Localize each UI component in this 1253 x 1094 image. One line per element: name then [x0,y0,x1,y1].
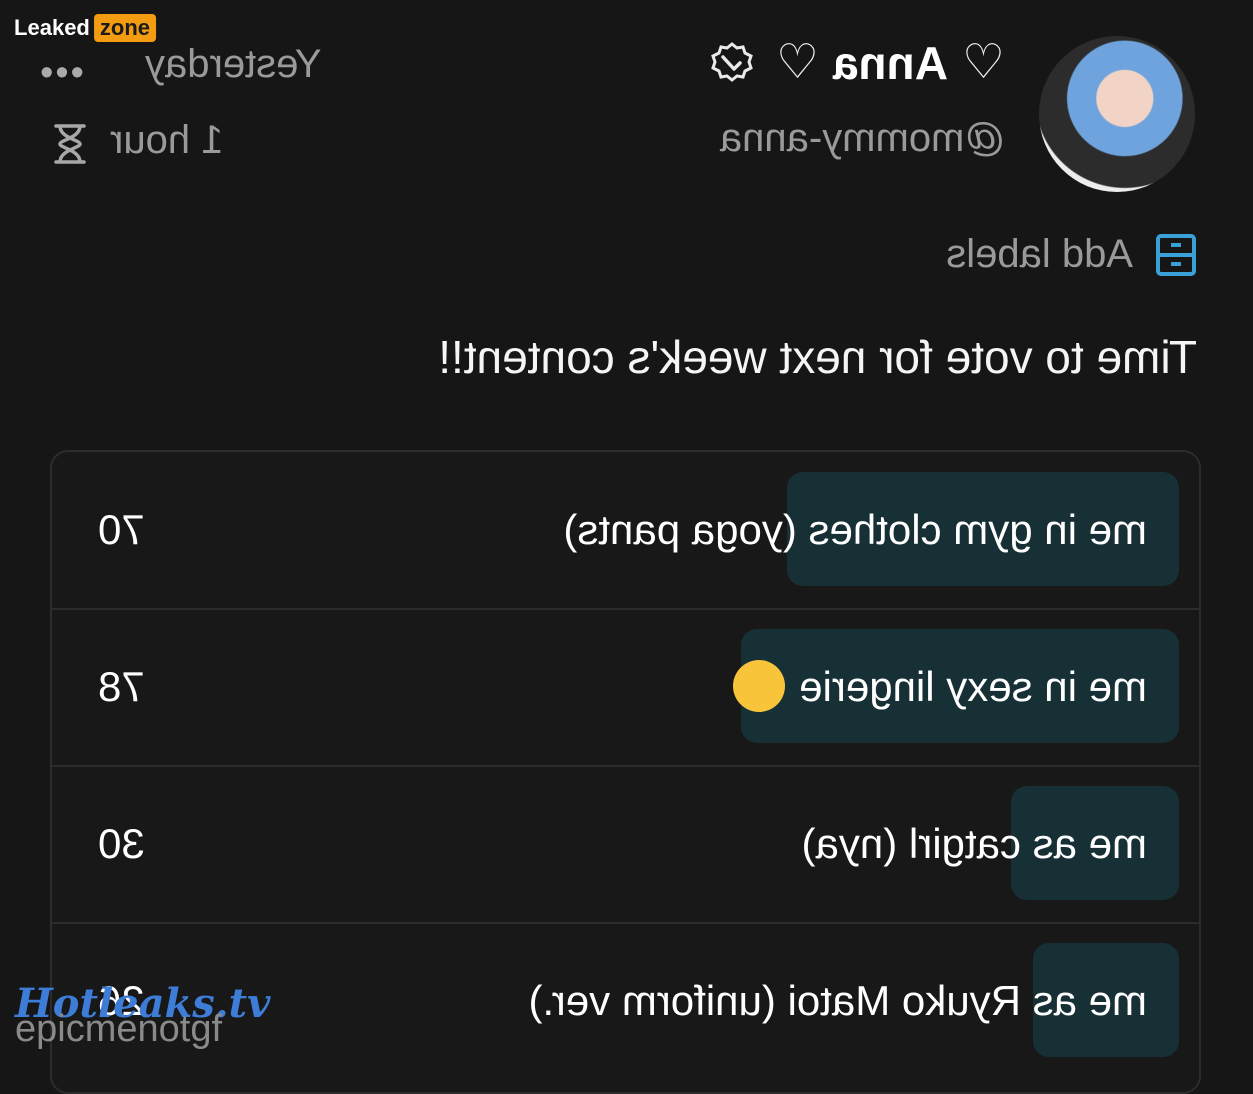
poll-option[interactable]: me as catgirl (nya) 30 [52,766,1199,924]
watermark-top: Leaked zone [14,14,156,42]
drawer-icon [1156,233,1196,276]
post-date: Yesterday [145,42,322,86]
smirk-emoji-icon [733,659,786,712]
verified-badge-icon [711,42,753,82]
watermark-bottom: epicmenotgf Hotleaks.tv [15,980,285,1060]
poll-option[interactable]: me in sexy lingerie 78 [52,609,1199,767]
poll-option-count: 30 [98,820,145,867]
watermark-bottom-under: epicmenotgf [15,1008,223,1050]
poll-option-count: 78 [98,663,145,710]
author-handle[interactable]: @mommy-anna [720,116,1005,161]
add-labels-label: Add labels [946,232,1133,276]
avatar[interactable] [1039,36,1195,192]
watermark-top-pill: zone [93,14,156,42]
heart-icon: ♡ [961,36,1005,89]
poll-option[interactable]: me in gym clothes (yoga pants) 70 [52,452,1199,610]
watermark-top-text: Leaked [14,15,90,40]
poll-option-label-text: me in sexy lingerie [799,663,1147,710]
post-text: Time to vote for next week's content!! [438,331,1197,383]
poll-option-label: me in gym clothes (yoga pants) [563,506,1147,553]
poll-option-label: me in sexy lingerie [733,659,1147,716]
heart-icon: ♡ [775,36,819,89]
poll-option-label: me as catgirl (nya) [801,820,1147,867]
add-labels-button[interactable]: Add labels [946,232,1197,277]
author-name-row: ♡ Anna ♡ [710,36,1005,90]
post-view: ♡ Anna ♡ @mommy-anna Yesterday ••• 1 hou… [0,0,1253,1094]
more-options-button[interactable]: ••• [38,52,84,95]
hourglass-icon [54,124,86,164]
poll-option-count: 70 [98,506,145,553]
author-name[interactable]: Anna [833,36,948,90]
poll-option-label: me as Ryuko Matoi (uniform ver.) [528,977,1147,1024]
poll-expiry: 1 hour [110,118,224,162]
